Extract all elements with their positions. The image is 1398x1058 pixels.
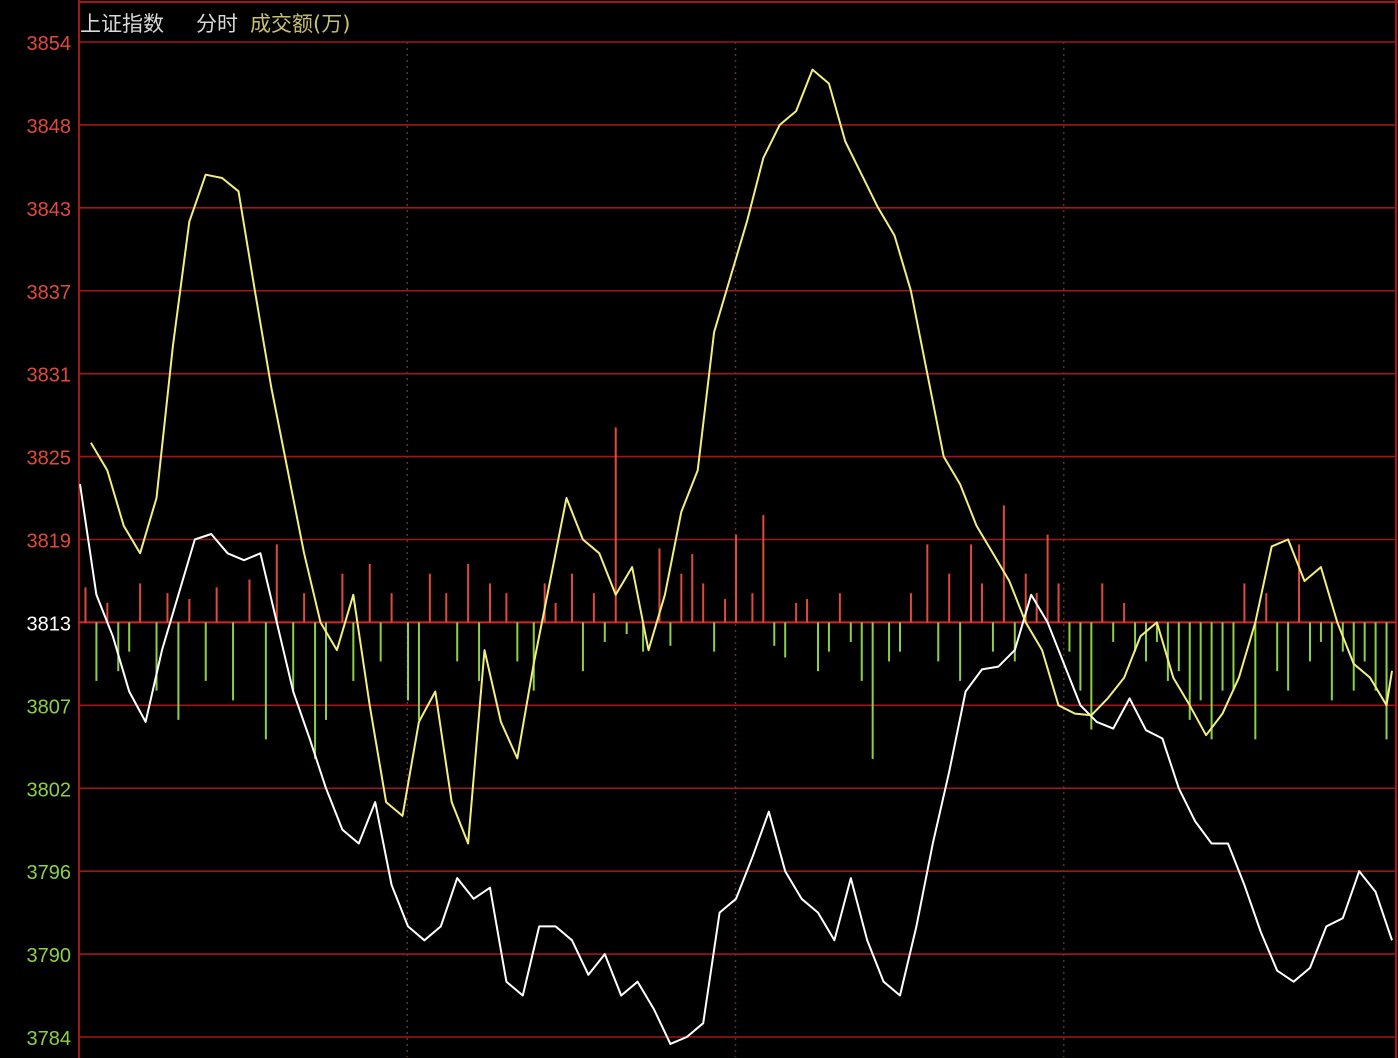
y-tick-label: 3807 [27, 696, 72, 718]
index-name-label: 上证指数 [80, 12, 164, 36]
y-tick-label: 3854 [27, 33, 72, 55]
y-tick-label: 3831 [27, 365, 72, 387]
y-tick-label: 3784 [27, 1028, 72, 1050]
y-tick-label: 3843 [27, 199, 72, 221]
y-tick-label: 3796 [27, 862, 72, 884]
indicator-label: 成交额(万) [250, 12, 350, 36]
chart-header: 上证指数 分时 成交额(万) [80, 12, 350, 36]
y-tick-label: 3819 [27, 531, 72, 553]
y-tick-label: 3837 [27, 282, 72, 304]
y-tick-label: 3848 [27, 116, 72, 138]
time-mode-label: 分时 [196, 12, 238, 36]
y-tick-label: 3790 [27, 945, 72, 967]
y-tick-label: 3802 [27, 779, 72, 801]
y-tick-label: 3825 [27, 448, 72, 470]
chart-background [0, 0, 1398, 1058]
intraday-chart: 3854 3848 3843 3837 3831 3825 3819 3813 3807 3802… [0, 0, 1398, 1058]
y-tick-label: 3813 [27, 613, 72, 635]
